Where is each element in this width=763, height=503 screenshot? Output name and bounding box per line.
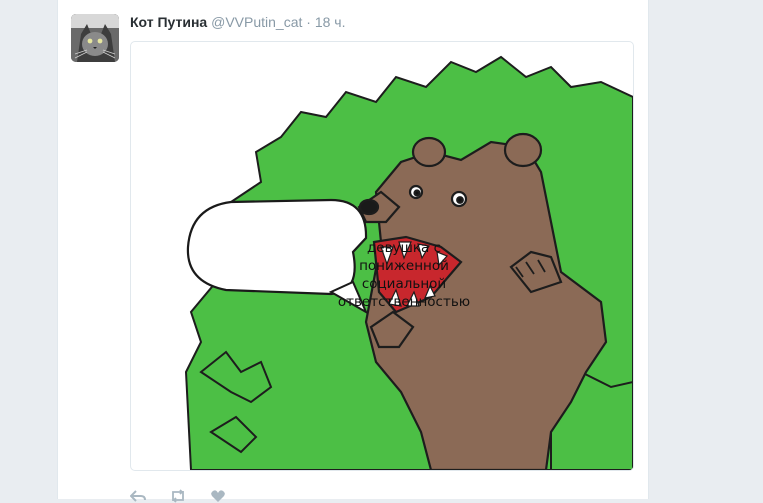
retweet-icon — [172, 489, 184, 503]
author-name[interactable]: Кот Путина — [130, 14, 207, 30]
tweet-actions — [130, 489, 226, 503]
tweet-header: Кот Путина @VVPutin_cat · 18 ч. — [130, 13, 345, 31]
speech-bubble-text: девушка с пониженной социальной ответств… — [337, 240, 471, 310]
header-separator: · — [306, 14, 311, 30]
reply-button[interactable] — [130, 489, 146, 503]
retweet-button[interactable] — [170, 489, 186, 503]
cat-avatar-image — [71, 14, 119, 62]
avatar[interactable] — [71, 14, 119, 62]
reply-icon — [130, 490, 146, 502]
like-button[interactable] — [210, 489, 226, 503]
tweet-timestamp[interactable]: 18 ч. — [315, 14, 346, 30]
author-handle[interactable]: @VVPutin_cat — [211, 14, 302, 30]
tweet-media[interactable]: девушка с пониженной социальной ответств… — [130, 41, 634, 471]
heart-icon — [211, 490, 225, 502]
